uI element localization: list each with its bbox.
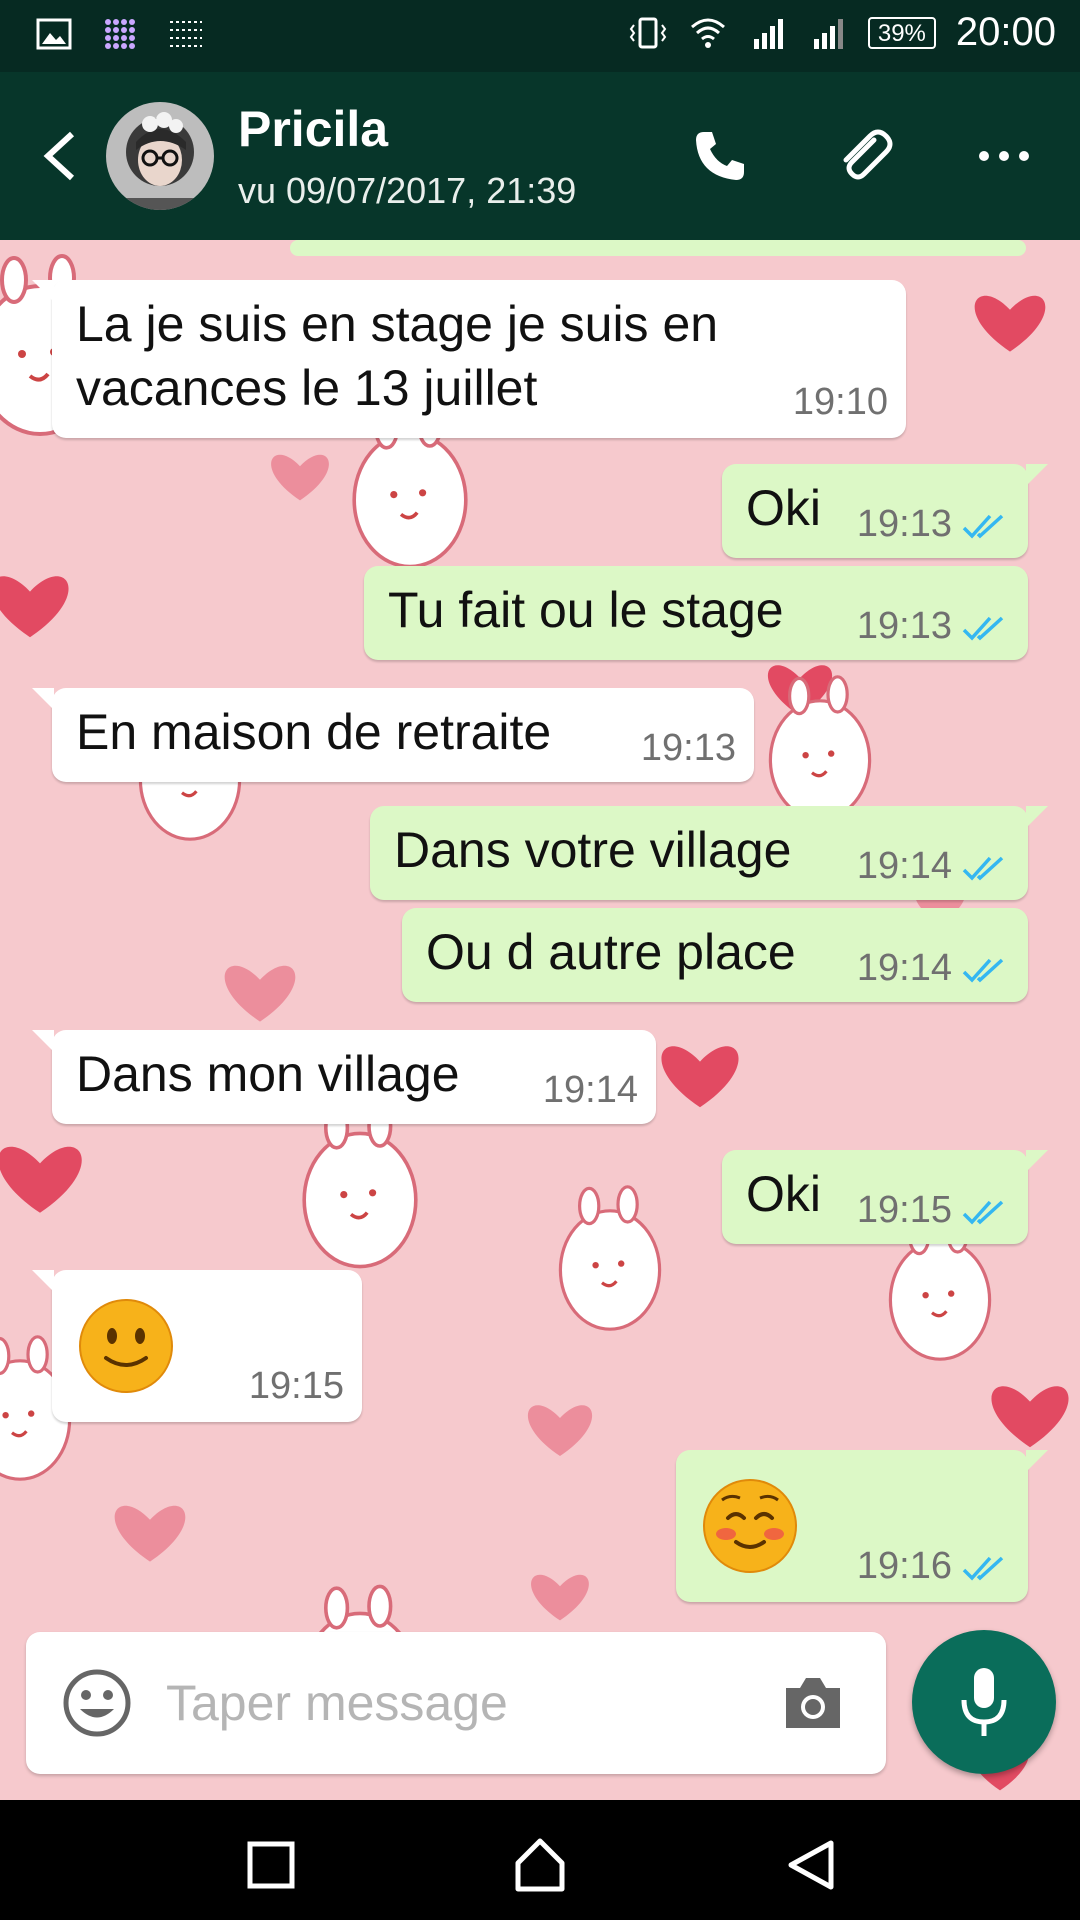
recent-apps-icon — [247, 1841, 295, 1889]
read-receipt-icon — [962, 514, 1004, 539]
emoji-icon[interactable] — [60, 1666, 134, 1740]
message-composer — [26, 1632, 886, 1774]
message-outgoing[interactable]: Oki 19:15 — [722, 1150, 1048, 1244]
contact-name[interactable]: Pricila — [238, 100, 388, 158]
battery-indicator: 39% — [867, 16, 936, 49]
signal-icon — [753, 18, 783, 49]
call-button[interactable] — [680, 116, 760, 196]
message-input[interactable] — [166, 1662, 766, 1744]
message-text: La je suis en stage je suis en — [76, 296, 719, 352]
message-outgoing[interactable]: Dans votre village 19:14 — [370, 806, 1048, 900]
message-outgoing[interactable]: Tu fait ou le stage 19:13 — [364, 566, 1028, 660]
read-receipt-icon — [962, 856, 1004, 881]
phone-icon — [696, 132, 744, 180]
microphone-icon — [961, 1668, 1007, 1736]
message-time: 19:15 — [248, 1365, 344, 1407]
wifi-icon — [690, 18, 725, 48]
message-incoming[interactable]: La je suis en stage je suis en vacances … — [32, 280, 906, 438]
app-grid-icon — [105, 19, 135, 49]
back-arrow-icon[interactable] — [38, 126, 84, 186]
chat-area[interactable]: La je suis en stage je suis en vacances … — [0, 240, 1080, 1800]
avatar[interactable] — [106, 102, 214, 210]
notification-icon — [170, 21, 202, 47]
message-text: Ou d autre place — [426, 924, 796, 980]
message-time: 19:14 — [856, 947, 952, 989]
message-text: Oki — [746, 1166, 821, 1222]
signal-icon — [813, 18, 843, 49]
attach-icon — [843, 129, 893, 180]
message-text: En maison de retraite — [76, 704, 552, 760]
status-bar: 39% 20:00 — [0, 0, 1080, 72]
message-outgoing[interactable]: 19:16 — [676, 1450, 1048, 1602]
message-time: 19:13 — [640, 727, 736, 769]
message-incoming[interactable]: 19:15 — [32, 1270, 362, 1422]
back-button[interactable] — [776, 1830, 846, 1900]
message-time: 19:13 — [856, 503, 952, 545]
recent-apps-button[interactable] — [236, 1830, 306, 1900]
home-icon — [515, 1838, 565, 1892]
gallery-icon — [36, 18, 72, 50]
attach-button[interactable] — [824, 116, 904, 196]
more-options-button[interactable] — [964, 116, 1044, 196]
read-receipt-icon — [962, 958, 1004, 983]
vibrate-icon — [629, 17, 667, 48]
message-time: 19:13 — [856, 605, 952, 647]
message-text: Dans votre village — [394, 822, 792, 878]
smiling-face-blushing-emoji — [703, 1479, 797, 1573]
message-time: 19:16 — [856, 1545, 952, 1587]
message-time: 19:14 — [542, 1069, 638, 1111]
last-seen-status: vu 09/07/2017, 21:39 — [238, 170, 577, 211]
message-text: Oki — [746, 480, 821, 536]
message-time: 19:14 — [856, 845, 952, 887]
home-button[interactable] — [505, 1830, 575, 1900]
message-outgoing[interactable]: Ou d autre place 19:14 — [402, 908, 1028, 1002]
message-text: Dans mon village — [76, 1046, 460, 1102]
message-incoming[interactable]: En maison de retraite 19:13 — [32, 688, 754, 782]
voice-message-button[interactable] — [912, 1630, 1056, 1774]
message-text: vacances le 13 juillet — [76, 360, 538, 416]
back-icon — [788, 1840, 834, 1890]
status-clock: 20:00 — [955, 10, 1056, 54]
slightly-smiling-face-emoji — [79, 1299, 173, 1393]
message-outgoing[interactable]: Oki 19:13 — [722, 464, 1048, 558]
message-time: 19:10 — [792, 381, 888, 423]
more-icon — [979, 151, 1029, 161]
system-navigation-bar — [0, 1800, 1080, 1920]
read-receipt-icon — [962, 1556, 1004, 1581]
camera-icon[interactable] — [778, 1668, 848, 1738]
chat-header: Pricila vu 09/07/2017, 21:39 — [0, 72, 1080, 240]
message-incoming[interactable]: Dans mon village 19:14 — [32, 1030, 656, 1124]
message-text: Tu fait ou le stage — [388, 582, 784, 638]
message-time: 19:15 — [856, 1189, 952, 1231]
read-receipt-icon — [962, 1200, 1004, 1225]
read-receipt-icon — [962, 616, 1004, 641]
